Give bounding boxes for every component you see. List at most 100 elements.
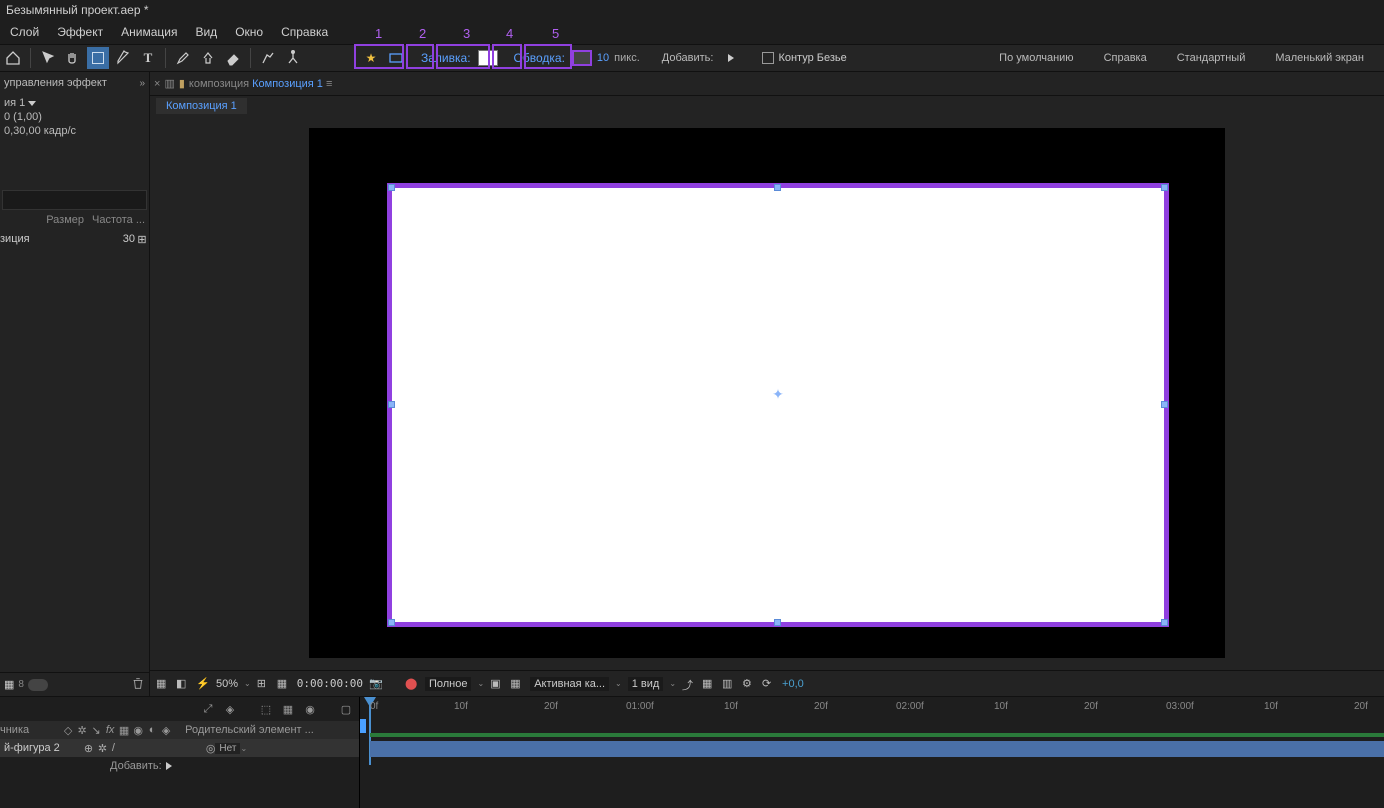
layer-transform-icon[interactable]: ⊕ (84, 742, 98, 755)
transparency-icon[interactable]: ▦ (277, 677, 291, 691)
col-parent[interactable]: Родительский элемент ... (185, 724, 314, 736)
guides-icon[interactable]: ▦ (510, 677, 524, 691)
text-tool-icon[interactable]: T (137, 47, 159, 69)
ws-default[interactable]: По умолчанию (985, 48, 1087, 68)
views-dropdown[interactable]: 1 вид (628, 677, 664, 691)
handle-bl[interactable] (388, 619, 395, 626)
interpret-icon[interactable]: ▦ (4, 678, 14, 691)
shape-rectangle[interactable]: ✦ (387, 183, 1169, 627)
puppet-tool-icon[interactable] (282, 47, 304, 69)
rectangle-tool-icon[interactable] (87, 47, 109, 69)
tl-graph-icon[interactable]: ▢ (337, 700, 355, 718)
roto-tool-icon[interactable] (257, 47, 279, 69)
quality-dropdown[interactable]: Полное (425, 677, 472, 691)
menu-help[interactable]: Справка (273, 22, 336, 44)
col-source[interactable]: чника (0, 724, 29, 736)
handle-br[interactable] (1161, 619, 1168, 626)
menu-effect[interactable]: Эффект (49, 22, 111, 44)
col-blur-icon[interactable]: ◉ (132, 724, 144, 736)
handle-ml[interactable] (388, 401, 395, 408)
col-shy-icon[interactable]: ◇ (62, 724, 74, 736)
add-shape-menu-icon[interactable] (166, 762, 172, 770)
handle-tl[interactable] (388, 184, 395, 191)
snapshot-icon[interactable]: 📷 (369, 677, 383, 691)
col-frame-icon[interactable]: ▦ (118, 724, 130, 736)
tl-shy-icon[interactable]: ⬚ (257, 700, 275, 718)
tl-frame-blend-icon[interactable]: ▦ (279, 700, 297, 718)
anchor-point-icon[interactable]: ✦ (772, 386, 784, 403)
handle-tm[interactable] (774, 184, 781, 191)
comp-canvas[interactable]: ✦ (309, 128, 1225, 658)
col-solo-icon[interactable]: ↘ (90, 724, 102, 736)
flowchart-mini-icon[interactable]: ▥ (164, 77, 174, 90)
tl-search-icon[interactable]: ⤢ (199, 700, 217, 718)
comp-tab[interactable]: Композиция 1 (156, 98, 247, 114)
time-ruler[interactable]: 0f 10f 20f 01:00f 10f 20f 02:00f 10f 20f… (360, 697, 1384, 721)
ws-help[interactable]: Справка (1090, 48, 1161, 68)
bezier-checkbox[interactable]: Контур Безье (762, 52, 846, 64)
project-item-comp[interactable]: зиция 30 ⊞ (0, 230, 149, 248)
current-time[interactable]: 0:00:00:00 (297, 677, 363, 690)
clone-tool-icon[interactable] (197, 47, 219, 69)
menu-view[interactable]: Вид (187, 22, 225, 44)
selection-tool-icon[interactable] (37, 47, 59, 69)
col-adjust-icon[interactable]: ◐ (146, 724, 158, 736)
home-icon[interactable] (2, 47, 24, 69)
camera-dropdown[interactable]: Активная ка... (530, 677, 609, 691)
annotation-5: 5 (552, 26, 559, 41)
menu-animation[interactable]: Анимация (113, 22, 185, 44)
eraser-tool-icon[interactable] (222, 47, 244, 69)
panel-menu-icon[interactable]: » (139, 78, 145, 89)
preview-icon[interactable]: ⚡ (196, 677, 210, 691)
handle-tr[interactable] (1161, 184, 1168, 191)
col-framerate[interactable]: Частота ... (88, 212, 149, 230)
layer-duration-bar[interactable] (370, 741, 1384, 757)
hand-tool-icon[interactable] (62, 47, 84, 69)
tl-motion-blur-icon[interactable]: ◉ (301, 700, 319, 718)
time-indicator[interactable] (360, 719, 366, 733)
ws-standard[interactable]: Стандартный (1163, 48, 1260, 68)
timeline-track-area[interactable]: 0f 10f 20f 01:00f 10f 20f 02:00f 10f 20f… (360, 697, 1384, 808)
menu-layer[interactable]: Слой (2, 22, 47, 44)
timeline-icon[interactable]: ⟳ (762, 677, 776, 691)
layer-fx-icon[interactable]: ✲ (98, 742, 112, 755)
handle-mr[interactable] (1161, 401, 1168, 408)
ws-small[interactable]: Маленький экран (1261, 48, 1378, 68)
tl-comp-icon[interactable]: ◈ (221, 700, 239, 718)
fast-preview-icon[interactable]: ⚙ (742, 677, 756, 691)
parent-dropdown[interactable]: Нет (215, 743, 240, 754)
grid-icon[interactable]: ▦ (156, 677, 170, 691)
flowchart-icon[interactable]: ⊞ (135, 233, 149, 246)
add-menu-icon[interactable] (720, 47, 742, 69)
work-area-bar[interactable] (370, 733, 1384, 737)
3d-icon[interactable]: ▦ (702, 677, 716, 691)
share-icon[interactable]: ⤴ (682, 677, 696, 691)
region-icon[interactable]: ▣ (490, 677, 504, 691)
pixel-icon[interactable]: ▥ (722, 677, 736, 691)
brush-tool-icon[interactable] (172, 47, 194, 69)
composition-viewer[interactable]: ✦ (150, 116, 1384, 670)
col-3d-icon[interactable]: ◈ (160, 724, 172, 736)
col-fx-icon[interactable]: ✲ (76, 724, 88, 736)
stroke-swatch[interactable] (572, 50, 592, 66)
menu-window[interactable]: Окно (227, 22, 271, 44)
color-toggle[interactable] (28, 679, 48, 691)
stroke-width-value[interactable]: 10 (595, 52, 611, 64)
zoom-dropdown-icon[interactable]: ⌄ (244, 679, 251, 688)
timeline-layer-row[interactable]: й-фигура 2 ⊕ ✲ / ◎ Нет ⌄ (0, 739, 359, 757)
toggle-mask-icon[interactable]: ◧ (176, 677, 190, 691)
handle-bm[interactable] (774, 619, 781, 626)
layer-icon[interactable]: ▮ (179, 77, 185, 90)
channels-icon[interactable]: ⬤ (405, 677, 419, 691)
pen-tool-icon[interactable] (112, 47, 134, 69)
exposure-value[interactable]: +0,0 (782, 678, 804, 690)
project-search-input[interactable] (2, 190, 147, 210)
layer-name[interactable]: й-фигура 2 (0, 742, 64, 754)
col-size[interactable]: Размер (42, 212, 88, 230)
zoom-level[interactable]: 50% (216, 678, 238, 690)
dropdown-icon[interactable] (28, 101, 36, 106)
col-quality-icon[interactable]: fx (104, 724, 116, 736)
res-icon[interactable]: ⊞ (257, 677, 271, 691)
trash-icon[interactable] (131, 676, 145, 693)
bit-depth[interactable]: 8 (18, 679, 24, 690)
